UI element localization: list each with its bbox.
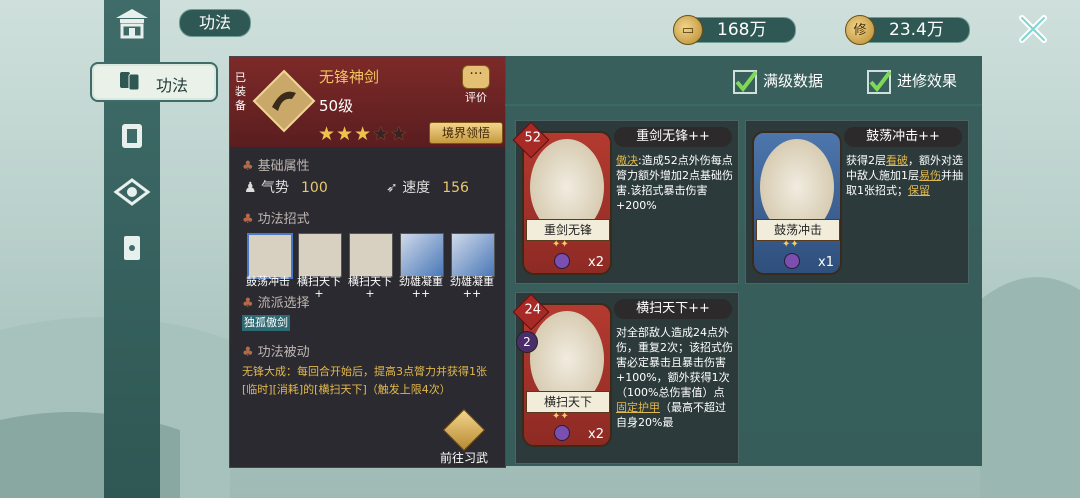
coin-icon: ▭ <box>673 15 703 45</box>
equipped-badge: 已装备 <box>235 71 246 112</box>
move-card-box[interactable]: 鼓荡冲击 ✦✦ x1 鼓荡冲击++ 获得2层看破，额外对选中敌人施加1层易伤并抽… <box>745 120 969 284</box>
star-icon: ★ <box>318 123 337 145</box>
star-icon: ★ <box>336 123 355 145</box>
card-count: x2 <box>588 255 604 270</box>
section-school: ♣ 流派选择 <box>242 296 310 311</box>
card-title: 横扫天下++ <box>614 299 732 319</box>
section-mark-icon: ♣ <box>242 212 254 227</box>
move-card-box[interactable]: 24 2 横扫天下 ✦✦ x2 横扫天下++ 对全部敌人造成24点外伤，重复2次… <box>512 292 739 464</box>
school-chip[interactable]: 独孤傲剑 <box>242 315 290 331</box>
speed-icon: ➶ <box>386 180 398 196</box>
move-thumb[interactable] <box>400 233 444 277</box>
cards-panel: 满级数据 进修效果 52 重剑无锋 ✦✦ x2 重剑无锋++ 傲决:造成52点外… <box>505 56 982 466</box>
sidebar-scroll-icon[interactable] <box>112 232 152 264</box>
currency-cultivation: 修 23.4万 <box>845 15 970 45</box>
checkbox-checked-icon <box>867 69 891 94</box>
sidebar-card-icon[interactable] <box>112 120 152 152</box>
sidebar-item-technique[interactable]: 功法 <box>90 62 218 102</box>
technique-name: 无锋神剑 <box>319 68 380 86</box>
gem-icon <box>784 253 800 269</box>
section-passive: ♣ 功法被动 <box>242 345 310 360</box>
realm-insight-button[interactable]: 境界领悟 <box>429 122 503 144</box>
sidebar-item-label: 功法 <box>156 76 189 95</box>
flame-diamond-icon <box>442 408 486 452</box>
star-empty-icon: ★ <box>390 123 409 145</box>
go-train-label: 前往习武 <box>439 451 488 465</box>
section-mark-icon: ♣ <box>242 159 254 174</box>
keyword[interactable]: 易伤 <box>919 169 941 182</box>
card-stars: ✦✦ <box>552 239 569 250</box>
card-description: 获得2层看破，额外对选中敌人施加1层易伤并抽取1张招式；保留 <box>846 154 963 197</box>
gem-icon <box>554 425 570 441</box>
section-mark-icon: ♣ <box>242 296 254 311</box>
gem-count-badge: 2 <box>516 331 538 353</box>
card-banner: 鼓荡冲击 <box>756 219 840 241</box>
toggle-max-level[interactable]: 满级数据 <box>733 68 823 94</box>
currency-value: 23.4万 <box>889 20 944 40</box>
move-label: 劲雄凝重 ++ <box>450 275 494 300</box>
sidebar-emblem-icon[interactable] <box>112 176 152 208</box>
card-count: x1 <box>818 255 834 270</box>
checkbox-checked-icon <box>733 69 757 94</box>
speech-bubble-icon: ··· <box>462 65 490 89</box>
card-title: 鼓荡冲击++ <box>844 127 962 147</box>
passive-text: 无锋大成：每回合开始后，提高3点膂力并获得1张[临时][消耗]的[横扫天下]（触… <box>242 365 487 396</box>
star-icon: ★ <box>354 123 373 145</box>
move-label: 横扫天下 + <box>348 275 392 300</box>
keyword[interactable]: 傲决 <box>616 154 638 167</box>
divider <box>505 104 982 106</box>
section-mark-icon: ♣ <box>242 345 254 360</box>
stat-momentum: ♟ 气势 100 <box>244 180 328 196</box>
move-card[interactable]: 52 重剑无锋 ✦✦ x2 <box>512 121 612 275</box>
section-base-attributes: ♣ 基础属性 <box>242 159 310 174</box>
card-title: 重剑无锋++ <box>614 127 732 147</box>
evaluate-button[interactable]: ··· 评价 <box>458 65 494 109</box>
technique-panel: 已装备 无锋神剑 50级 ★★★★★ ··· 评价 境界领悟 ♣ 基础属性 ♟ 气… <box>229 56 506 468</box>
card-banner: 横扫天下 <box>526 391 610 413</box>
move-label: 鼓荡冲击 <box>246 275 290 288</box>
toggle-advanced[interactable]: 进修效果 <box>867 68 957 94</box>
keyword[interactable]: 固定护甲 <box>616 401 660 414</box>
keyword[interactable]: 保留 <box>908 184 930 197</box>
technique-level: 50级 <box>319 97 354 115</box>
cards-icon <box>120 72 140 91</box>
go-train-button[interactable]: 前往习武 <box>433 408 495 465</box>
card-stars: ✦✦ <box>552 411 569 422</box>
card-stars: ✦✦ <box>782 239 799 250</box>
technique-header: 已装备 无锋神剑 50级 ★★★★★ ··· 评价 境界领悟 <box>230 57 505 147</box>
page-title: 功法 <box>179 9 251 37</box>
star-empty-icon: ★ <box>372 123 391 145</box>
move-card[interactable]: 鼓荡冲击 ✦✦ x1 <box>752 131 842 275</box>
gem-icon <box>554 253 570 269</box>
momentum-icon: ♟ <box>244 180 257 196</box>
currency-coins: ▭ 168万 <box>673 15 796 45</box>
home-pavilion-icon[interactable] <box>112 6 152 42</box>
card-description: 傲决:造成52点外伤每点膂力额外增加2点基础伤害.该招式暴击伤害+200% <box>616 154 733 212</box>
stat-speed: ➶ 速度 156 <box>386 180 469 196</box>
section-moves: ♣ 功法招式 <box>242 212 310 227</box>
star-rating: ★★★★★ <box>318 123 408 145</box>
keyword[interactable]: 看破 <box>886 154 908 167</box>
move-thumb[interactable] <box>451 233 495 277</box>
move-thumb[interactable] <box>298 233 342 277</box>
close-icon[interactable] <box>1016 12 1050 46</box>
move-card-box[interactable]: 52 重剑无锋 ✦✦ x2 重剑无锋++ 傲决:造成52点外伤每点膂力额外增加2… <box>512 120 739 284</box>
evaluate-label: 评价 <box>465 91 487 104</box>
card-description: 对全部敌人造成24点外伤，重复2次；该招式伤害必定暴击且暴击伤害+100%，额外… <box>616 326 733 429</box>
card-banner: 重剑无锋 <box>526 219 610 241</box>
card-count: x2 <box>588 427 604 442</box>
currency-value: 168万 <box>717 20 767 40</box>
move-label: 劲雄凝重 ++ <box>399 275 443 300</box>
move-card[interactable]: 24 2 横扫天下 ✦✦ x2 <box>512 293 612 447</box>
cultivation-coin-icon: 修 <box>845 15 875 45</box>
move-thumb[interactable] <box>247 233 293 279</box>
technique-icon <box>252 69 316 133</box>
move-thumb[interactable] <box>349 233 393 277</box>
